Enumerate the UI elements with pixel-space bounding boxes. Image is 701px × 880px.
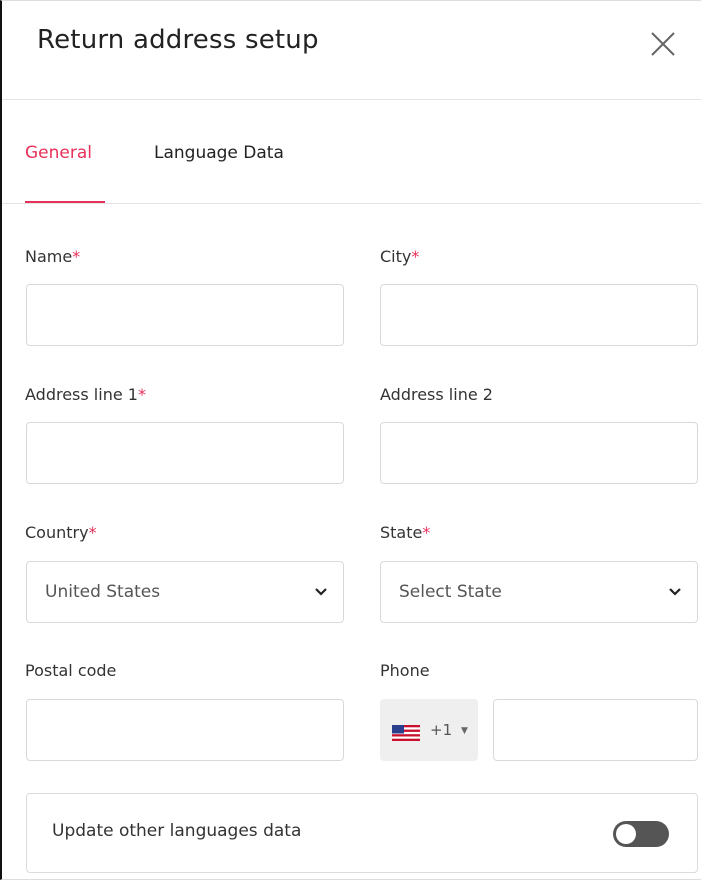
- country-label: Country*: [25, 523, 97, 542]
- phone-country-code-select[interactable]: +1 ▼: [380, 699, 478, 761]
- name-label: Name*: [25, 247, 80, 266]
- address1-field-wrapper: [26, 422, 344, 484]
- state-label-text: State: [380, 523, 423, 542]
- city-label: City*: [380, 247, 419, 266]
- required-marker: *: [88, 523, 97, 542]
- close-button[interactable]: [648, 29, 678, 59]
- address1-input[interactable]: [27, 423, 343, 483]
- city-input[interactable]: [381, 285, 697, 345]
- address2-field-wrapper: [380, 422, 698, 484]
- country-selected-value: United States: [45, 582, 161, 602]
- name-label-text: Name: [25, 247, 73, 266]
- postal-label: Postal code: [25, 661, 117, 680]
- tab-bar: General Language Data: [2, 101, 701, 204]
- close-icon: [651, 32, 675, 56]
- tab-general[interactable]: General: [25, 143, 92, 163]
- postal-field-wrapper: [26, 699, 344, 761]
- required-marker: *: [411, 247, 420, 266]
- city-field-wrapper: [380, 284, 698, 346]
- active-tab-indicator: [25, 201, 105, 203]
- chevron-down-icon: [315, 588, 327, 596]
- page-title: Return address setup: [37, 25, 319, 55]
- phone-field-wrapper: [493, 699, 698, 761]
- update-languages-toggle[interactable]: [613, 821, 669, 847]
- address2-label: Address line 2: [380, 385, 493, 404]
- postal-input[interactable]: [27, 700, 343, 760]
- name-input[interactable]: [27, 285, 343, 345]
- state-select[interactable]: Select State: [380, 561, 698, 623]
- update-languages-label: Update other languages data: [52, 821, 302, 841]
- tab-language-data[interactable]: Language Data: [154, 143, 284, 163]
- phone-dial-code: +1: [430, 721, 453, 739]
- address2-input[interactable]: [381, 423, 697, 483]
- chevron-down-icon: [669, 588, 681, 596]
- required-marker: *: [137, 385, 146, 404]
- return-address-panel: Return address setup General Language Da…: [0, 0, 701, 880]
- country-select[interactable]: United States: [26, 561, 344, 623]
- us-flag-icon: [392, 725, 420, 741]
- update-languages-row: Update other languages data: [26, 793, 698, 873]
- city-label-text: City: [380, 247, 412, 266]
- phone-label: Phone: [380, 661, 430, 680]
- state-selected-value: Select State: [399, 582, 502, 602]
- phone-input[interactable]: [494, 700, 697, 760]
- state-label: State*: [380, 523, 430, 542]
- address1-label-text: Address line 1: [25, 385, 138, 404]
- required-marker: *: [422, 523, 431, 542]
- caret-down-icon: ▼: [461, 726, 468, 736]
- name-field-wrapper: [26, 284, 344, 346]
- address1-label: Address line 1*: [25, 385, 146, 404]
- country-label-text: Country: [25, 523, 89, 542]
- panel-header: Return address setup: [2, 1, 701, 100]
- toggle-knob: [616, 824, 636, 844]
- required-marker: *: [72, 247, 81, 266]
